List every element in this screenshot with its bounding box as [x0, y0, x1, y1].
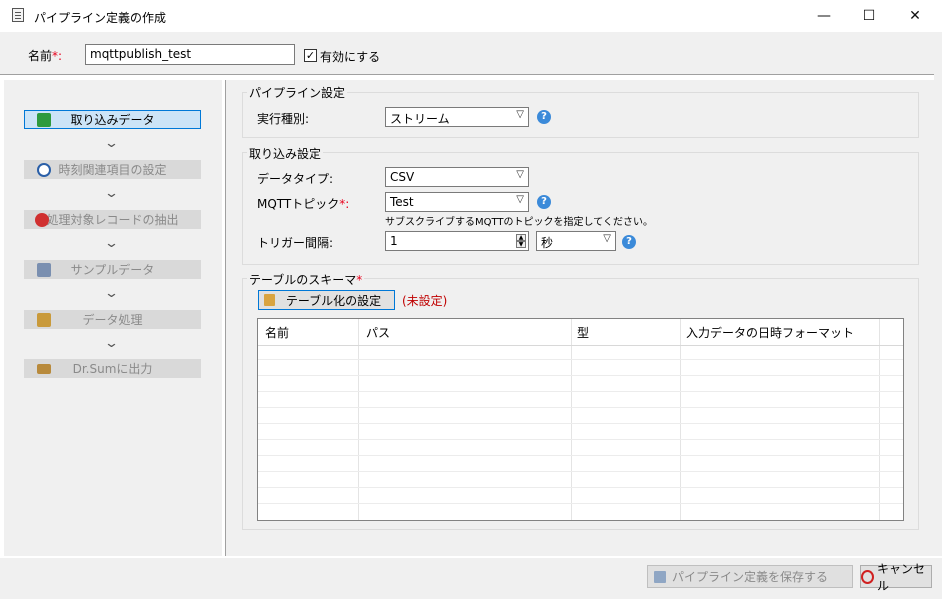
column-divider: [879, 319, 880, 520]
topic-label-text: MQTTトピック: [257, 197, 340, 211]
cancel-button[interactable]: キャンセル: [860, 562, 932, 593]
enabled-checkbox[interactable]: ✓: [304, 49, 317, 62]
ingest-settings-title: 取り込み設定: [247, 145, 324, 162]
step-label: 時刻関連項目の設定: [58, 163, 167, 177]
topic-value: Test: [390, 195, 414, 209]
chevron-down-icon: ⌄: [103, 236, 120, 251]
chevron-down-icon: ⌄: [103, 336, 120, 351]
exec-type-label: 実行種別:: [257, 112, 310, 126]
data-type-select[interactable]: CSV ▽: [385, 167, 529, 187]
document-icon: [12, 8, 24, 22]
column-divider: [680, 319, 681, 520]
table-settings-button[interactable]: テーブル化の設定: [258, 290, 395, 310]
table-row-line: [258, 439, 903, 440]
spin-down-icon[interactable]: ▼: [516, 241, 526, 248]
trigger-value: 1: [390, 234, 398, 248]
step-label: 処理対象レコードの抽出: [46, 213, 179, 227]
spin-up-icon[interactable]: ▲: [516, 234, 526, 241]
output-icon: [37, 364, 51, 374]
schema-title-text: テーブルのスキーマ: [249, 273, 357, 287]
save-icon: [654, 571, 666, 583]
import-icon: [37, 113, 51, 127]
divider: [0, 74, 942, 75]
alarm-icon: [35, 213, 49, 227]
trigger-interval-stepper[interactable]: 1 ▲ ▼: [385, 231, 529, 251]
cancel-label: キャンセル: [877, 561, 926, 593]
chevron-down-icon: ▽: [603, 233, 611, 244]
trigger-label: トリガー間隔:: [257, 236, 334, 250]
schema-table[interactable]: 名前 パス 型 入力データの日時フォーマット: [257, 318, 904, 521]
table-row-line: [258, 423, 903, 424]
help-icon[interactable]: ?: [537, 110, 551, 124]
column-header-datetime-format[interactable]: 入力データの日時フォーマット: [686, 324, 854, 350]
clock-icon: [37, 163, 51, 177]
required-mark: *:: [52, 49, 63, 63]
required-mark: *: [356, 273, 363, 287]
enabled-label: 有効にする: [320, 50, 381, 64]
table-row-line: [258, 359, 903, 360]
topic-hint: サブスクライブするMQTTのトピックを指定してください。: [385, 217, 653, 228]
exec-type-select[interactable]: ストリーム ▽: [385, 107, 529, 127]
chevron-down-icon: ⌄: [103, 286, 120, 301]
chevron-down-icon: ▽: [516, 169, 524, 180]
table-row-line: [258, 487, 903, 488]
column-header-name[interactable]: 名前: [265, 324, 289, 350]
name-label: 名前*:: [28, 47, 62, 64]
trigger-unit-select[interactable]: 秒 ▽: [536, 231, 616, 251]
cancel-icon: [861, 569, 874, 584]
column-divider: [571, 319, 572, 520]
help-icon[interactable]: ?: [537, 195, 551, 209]
step-output-drsum[interactable]: Dr.Sumに出力: [24, 359, 201, 378]
table-row-line: [258, 407, 903, 408]
trigger-unit-value: 秒: [541, 236, 554, 250]
schema-title: テーブルのスキーマ*: [247, 271, 365, 288]
topic-combo[interactable]: Test ▽: [385, 192, 529, 212]
step-import-data[interactable]: 取り込みデータ: [24, 110, 201, 129]
table-row-line: [258, 391, 903, 392]
required-mark: *:: [339, 197, 350, 211]
table-row-line: [258, 455, 903, 456]
chevron-down-icon: ⌄: [103, 186, 120, 201]
topic-label: MQTTトピック*:: [257, 195, 349, 212]
save-pipeline-button[interactable]: パイプライン定義を保存する: [647, 565, 853, 588]
step-label: Dr.Sumに出力: [72, 362, 153, 376]
table-settings-icon: [264, 294, 275, 306]
minimize-button[interactable]: —: [801, 0, 847, 32]
maximize-button[interactable]: ☐: [846, 0, 892, 32]
column-header-path[interactable]: パス: [366, 324, 390, 350]
step-sample-data[interactable]: サンプルデータ: [24, 260, 201, 279]
pipeline-settings-title: パイプライン設定: [247, 84, 348, 101]
sample-data-icon: [37, 263, 51, 277]
close-button[interactable]: ✕: [892, 0, 938, 32]
name-label-text: 名前: [28, 49, 53, 63]
header-divider: [258, 345, 903, 346]
step-label: サンプルデータ: [70, 263, 155, 277]
exec-type-value: ストリーム: [390, 112, 450, 126]
step-label: データ処理: [82, 313, 143, 327]
table-row-line: [258, 503, 903, 504]
vertical-scrollbar[interactable]: [934, 74, 942, 556]
help-icon[interactable]: ?: [622, 235, 636, 249]
chevron-down-icon: ⌄: [103, 136, 120, 151]
schema-status: (未設定): [402, 294, 448, 308]
chevron-down-icon: ▽: [516, 109, 524, 120]
step-record-filter[interactable]: 処理対象レコードの抽出: [24, 210, 201, 229]
save-pipeline-label: パイプライン定義を保存する: [671, 570, 828, 584]
table-row-line: [258, 471, 903, 472]
table-row-line: [258, 375, 903, 376]
name-input[interactable]: mqttpublish_test: [85, 44, 295, 65]
chevron-down-icon: ▽: [516, 194, 524, 205]
data-type-value: CSV: [390, 170, 415, 184]
data-type-label: データタイプ:: [257, 172, 334, 186]
step-time-settings[interactable]: 時刻関連項目の設定: [24, 160, 201, 179]
title-bar: パイプライン定義の作成 — ☐ ✕: [0, 0, 942, 32]
table-settings-label: テーブル化の設定: [285, 293, 382, 308]
step-data-processing[interactable]: データ処理: [24, 310, 201, 329]
step-label: 取り込みデータ: [70, 113, 155, 127]
processing-icon: [37, 313, 51, 327]
column-header-type[interactable]: 型: [577, 324, 589, 350]
column-divider: [358, 319, 359, 520]
window-title: パイプライン定義の作成: [34, 11, 167, 25]
